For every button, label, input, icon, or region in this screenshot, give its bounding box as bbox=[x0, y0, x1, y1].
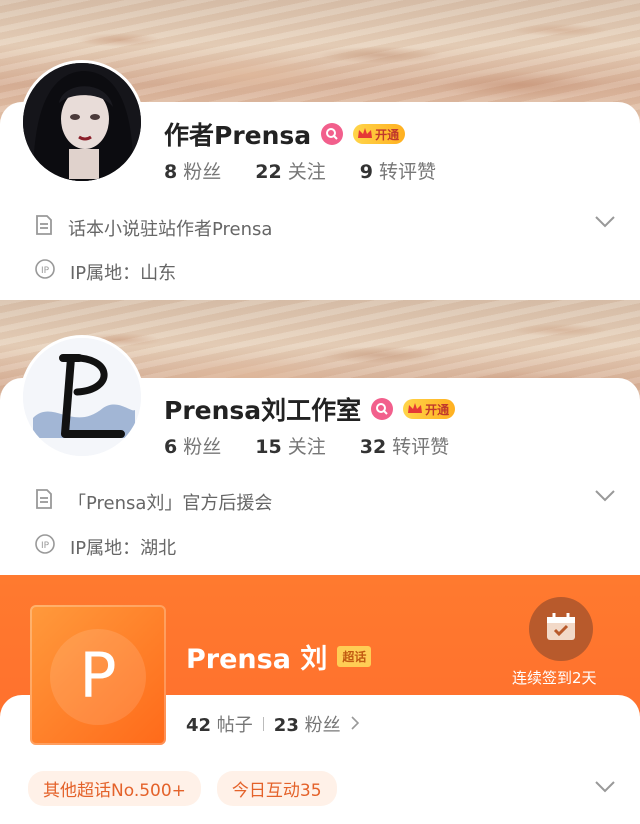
chevron-down-icon[interactable] bbox=[594, 488, 616, 507]
super-topic-card[interactable]: P Prensa 刘 超话 连续签到2天 42 帖子 23 粉丝 其他超话No.… bbox=[0, 575, 640, 824]
logo-letter: P bbox=[79, 639, 117, 712]
profile-stats: 6 粉丝 15 关注 32 转评赞 bbox=[164, 432, 449, 459]
fans-count: 8 bbox=[164, 161, 178, 183]
name-row: 作者Prensa 开通 bbox=[164, 116, 406, 152]
interaction-chip[interactable]: 今日互动35 bbox=[216, 771, 337, 806]
follow-stat[interactable]: 15 关注 bbox=[255, 432, 325, 459]
ip-row: IP IP属地：湖北 bbox=[34, 533, 176, 560]
posts-stat: 42 帖子 bbox=[186, 711, 253, 737]
ip-row: IP IP属地：山东 bbox=[34, 258, 176, 285]
document-icon bbox=[34, 488, 54, 515]
ip-location: IP属地：山东 bbox=[70, 262, 177, 284]
fans-label: 粉丝 bbox=[183, 161, 222, 183]
ip-icon: IP bbox=[34, 258, 56, 285]
fans-label: 粉丝 bbox=[183, 436, 222, 458]
follow-stat[interactable]: 22 关注 bbox=[255, 157, 325, 184]
chevron-down-icon[interactable] bbox=[594, 779, 616, 798]
ip-location: IP属地：湖北 bbox=[70, 537, 177, 559]
posts-label: 帖子 bbox=[216, 715, 253, 736]
super-topic-stats[interactable]: 42 帖子 23 粉丝 bbox=[186, 711, 359, 737]
search-badge-icon[interactable] bbox=[321, 123, 344, 145]
bio-row: 话本小说驻站作者Prensa bbox=[34, 214, 272, 241]
profile-name[interactable]: 作者Prensa bbox=[164, 116, 311, 152]
super-topic-title-row: Prensa 刘 超话 bbox=[186, 637, 372, 676]
rank-chip[interactable]: 其他超话No.500+ bbox=[28, 771, 201, 806]
calendar-check-icon bbox=[544, 611, 578, 647]
avatar[interactable] bbox=[20, 60, 144, 184]
super-topic-name[interactable]: Prensa 刘 bbox=[186, 637, 327, 676]
super-topic-logo[interactable]: P bbox=[30, 605, 166, 745]
interact-count: 9 bbox=[359, 161, 373, 183]
crown-icon bbox=[357, 127, 373, 142]
fans-count: 23 bbox=[273, 715, 299, 736]
posts-count: 42 bbox=[186, 715, 212, 736]
vip-label: 开通 bbox=[425, 402, 450, 417]
checkin-status: 连续签到2天 bbox=[512, 669, 597, 687]
profile-stats: 8 粉丝 22 关注 9 转评赞 bbox=[164, 157, 436, 184]
super-topic-chips: 其他超话No.500+ 今日互动35 bbox=[28, 771, 337, 806]
avatar[interactable] bbox=[20, 335, 144, 459]
fans-stat[interactable]: 6 粉丝 bbox=[164, 432, 221, 459]
ip-icon: IP bbox=[34, 533, 56, 560]
stats-divider bbox=[262, 717, 264, 731]
chevron-down-icon[interactable] bbox=[594, 214, 616, 233]
fans-stat: 23 粉丝 bbox=[274, 711, 341, 737]
checkin-button[interactable] bbox=[529, 597, 593, 661]
document-icon bbox=[34, 214, 54, 241]
vip-badge[interactable]: 开通 bbox=[353, 124, 406, 144]
follow-label: 关注 bbox=[287, 161, 326, 183]
vip-label: 开通 bbox=[375, 127, 400, 142]
fans-count: 6 bbox=[164, 436, 178, 458]
follow-count: 22 bbox=[255, 161, 282, 183]
profile-name[interactable]: Prensa刘工作室 bbox=[164, 391, 361, 427]
crown-icon bbox=[407, 402, 423, 417]
follow-label: 关注 bbox=[287, 436, 326, 458]
interact-label: 转评赞 bbox=[378, 161, 436, 183]
profile-card-1: 作者Prensa 开通 8 粉丝 22 关注 9 转评赞 话本小说驻站作者Prensa… bbox=[0, 0, 640, 300]
interact-label: 转评赞 bbox=[392, 436, 450, 458]
svg-text:IP: IP bbox=[41, 541, 50, 551]
bio-text: 「Prensa刘」官方后援会 bbox=[68, 492, 273, 514]
follow-count: 15 bbox=[255, 436, 282, 458]
interact-count: 32 bbox=[359, 436, 387, 458]
super-topic-tag: 超话 bbox=[337, 646, 372, 667]
fans-stat[interactable]: 8 粉丝 bbox=[164, 157, 221, 184]
search-badge-icon[interactable] bbox=[371, 398, 394, 420]
interact-stat[interactable]: 32 转评赞 bbox=[360, 432, 449, 459]
svg-text:IP: IP bbox=[41, 266, 50, 276]
interact-stat[interactable]: 9 转评赞 bbox=[360, 157, 436, 184]
vip-badge[interactable]: 开通 bbox=[403, 399, 456, 419]
name-row: Prensa刘工作室 开通 bbox=[164, 391, 456, 427]
profile-card-2: Prensa刘工作室 开通 6 粉丝 15 关注 32 转评赞 「Prensa刘」官方… bbox=[0, 300, 640, 575]
fans-label: 粉丝 bbox=[304, 715, 341, 736]
bio-text: 话本小说驻站作者Prensa bbox=[68, 218, 273, 240]
chevron-right-icon bbox=[351, 714, 359, 735]
bio-row: 「Prensa刘」官方后援会 bbox=[34, 488, 272, 515]
